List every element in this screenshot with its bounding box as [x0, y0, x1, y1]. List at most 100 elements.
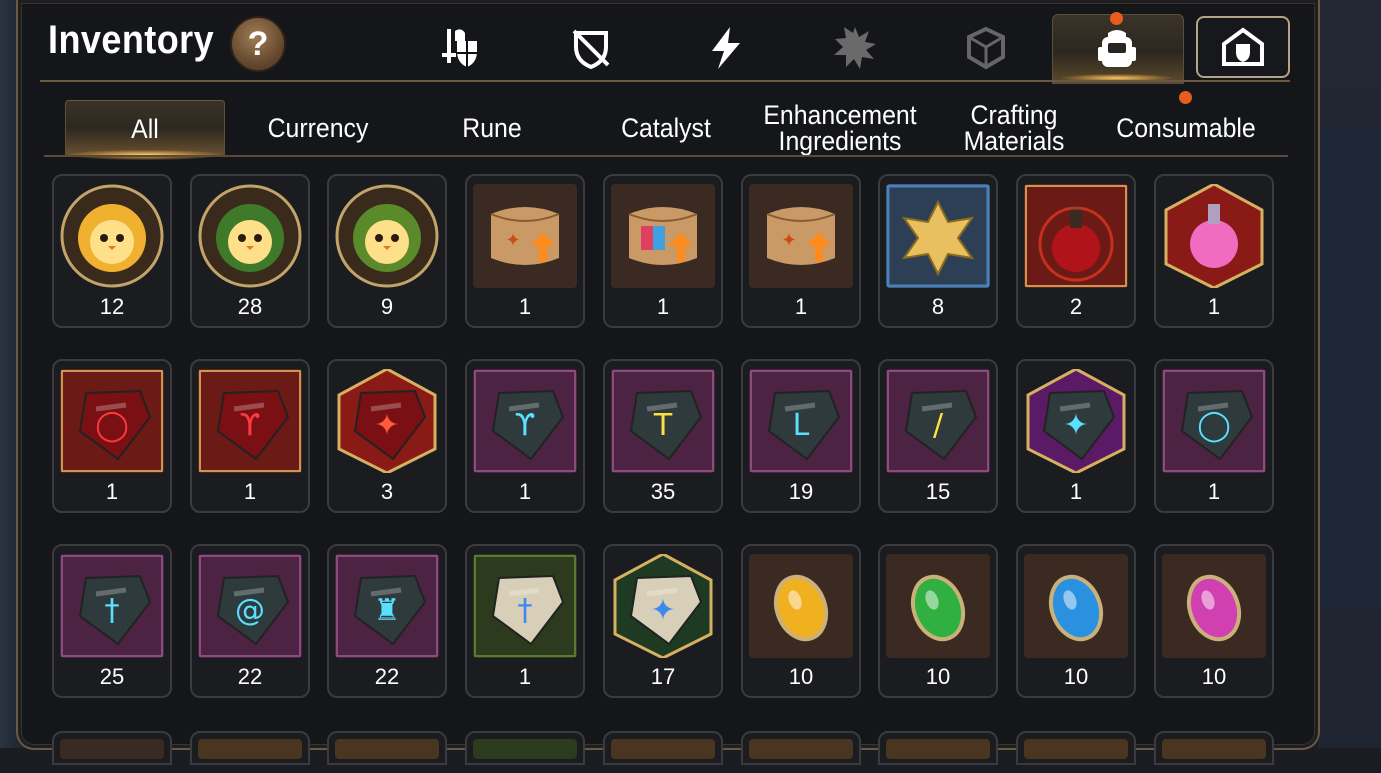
inventory-item[interactable]: 28: [190, 174, 310, 328]
inventory-item[interactable]: 8: [878, 174, 998, 328]
inventory-item[interactable]: 12: [52, 174, 172, 328]
upgrade-scroll-icon: ✦: [473, 184, 577, 288]
item-count: 1: [794, 294, 808, 319]
tab-shield-broken[interactable]: [563, 20, 619, 76]
svg-text:◯: ◯: [95, 408, 129, 443]
inventory-item[interactable]: T 35: [603, 359, 723, 513]
tab-cube[interactable]: [958, 20, 1014, 76]
tab-house-shield[interactable]: [1196, 16, 1290, 78]
inventory-item[interactable]: / 15: [878, 359, 998, 513]
stone-star-rune-icon: ✦: [611, 554, 715, 658]
inventory-item[interactable]: ϒ1: [190, 359, 310, 513]
inventory-item-partial[interactable]: [465, 731, 585, 765]
inventory-item[interactable]: 2: [1016, 174, 1136, 328]
item-thumbnail-partial: [611, 739, 715, 759]
svg-text:ϒ: ϒ: [515, 408, 536, 443]
item-count: 10: [1201, 664, 1227, 689]
category-divider: [44, 155, 1288, 157]
inventory-item-partial[interactable]: [190, 731, 310, 765]
svg-text:T: T: [653, 408, 673, 443]
tab-lightning[interactable]: [697, 20, 753, 76]
inventory-item-partial[interactable]: [327, 731, 447, 765]
item-count: 1: [1207, 294, 1221, 319]
svg-text:†: †: [105, 593, 120, 628]
tab-all[interactable]: All: [64, 100, 226, 156]
inventory-item[interactable]: ✦ 17: [603, 544, 723, 698]
inventory-item[interactable]: ✦ 3: [327, 359, 447, 513]
inventory-item[interactable]: ϒ1: [465, 359, 585, 513]
red-potion-icon: [1024, 184, 1128, 288]
chick-gold-token-icon: [60, 184, 164, 288]
item-count: 28: [237, 294, 263, 319]
item-count: 1: [243, 479, 257, 504]
inventory-item-partial[interactable]: [741, 731, 861, 765]
item-thumbnail-partial: [749, 739, 853, 759]
inventory-item[interactable]: ✦ 1: [1016, 359, 1136, 513]
inventory-item[interactable]: 10: [741, 544, 861, 698]
item-count: 22: [237, 664, 263, 689]
svg-text:✦: ✦: [374, 408, 399, 443]
item-thumbnail-partial: [1162, 739, 1266, 759]
svg-text:@: @: [235, 593, 265, 628]
tab-currency[interactable]: Currency: [239, 100, 397, 155]
background-right-panel: [1318, 128, 1381, 608]
item-thumbnail-partial: [1024, 739, 1128, 759]
inventory-item[interactable]: L 19: [741, 359, 861, 513]
inventory-item-partial[interactable]: [1154, 731, 1274, 765]
item-count: 1: [518, 664, 532, 689]
tab-equipment[interactable]: [432, 20, 488, 76]
blue-rune-helmet-icon: @: [198, 554, 302, 658]
blue-rune-sword-icon: †: [60, 554, 164, 658]
tab-rune[interactable]: Rune: [413, 100, 571, 155]
inventory-item[interactable]: ◯ 1: [1154, 359, 1274, 513]
lightning-icon: [712, 27, 740, 69]
inventory-item-partial[interactable]: [603, 731, 723, 765]
inventory-item[interactable]: @22: [190, 544, 310, 698]
svg-text:/: /: [933, 408, 944, 443]
blue-gem-icon: [1024, 554, 1128, 658]
inventory-item[interactable]: 10: [878, 544, 998, 698]
item-count: 12: [99, 294, 125, 319]
item-count: 3: [380, 479, 394, 504]
red-rune-star-icon: ✦: [335, 369, 439, 473]
inventory-item-partial[interactable]: [1016, 731, 1136, 765]
blue-rune-ring-icon: ◯: [1162, 369, 1266, 473]
inventory-item[interactable]: 9: [327, 174, 447, 328]
blue-rune-boot-icon: L: [749, 369, 853, 473]
inventory-item[interactable]: 10: [1154, 544, 1274, 698]
blue-rune-star-icon: ✦: [1024, 369, 1128, 473]
item-count: 1: [105, 479, 119, 504]
help-button[interactable]: ?: [230, 16, 286, 72]
green-gem-icon: [886, 554, 990, 658]
tab-catalyst[interactable]: Catalyst: [587, 100, 745, 155]
inventory-item-partial[interactable]: [52, 731, 172, 765]
inventory-item-partial[interactable]: [878, 731, 998, 765]
item-thumbnail-partial: [886, 739, 990, 759]
tab-consumable[interactable]: Consumable: [1107, 100, 1265, 155]
item-count: 17: [650, 664, 676, 689]
svg-text:†: †: [518, 593, 533, 628]
tab-burst[interactable]: [827, 20, 883, 76]
backpack-tab-icon[interactable]: [1089, 20, 1145, 76]
tab-enhancement-ingredients[interactable]: Enhancement Ingredients: [759, 100, 921, 155]
inventory-item[interactable]: 1: [603, 174, 723, 328]
shield-broken-icon: [572, 29, 610, 70]
inventory-item[interactable]: ✦ 1: [465, 174, 585, 328]
item-count: 1: [518, 294, 532, 319]
inventory-item[interactable]: ♜ 22: [327, 544, 447, 698]
inventory-item[interactable]: 10: [1016, 544, 1136, 698]
svg-text:✦: ✦: [505, 230, 520, 250]
inventory-item[interactable]: ◯ 1: [52, 359, 172, 513]
item-count: 1: [518, 479, 532, 504]
item-count: 10: [1063, 664, 1089, 689]
tab-crafting-materials[interactable]: Crafting Materials: [935, 100, 1093, 155]
yellow-rune-hammer-icon: T: [611, 369, 715, 473]
svg-text:ϒ: ϒ: [240, 408, 261, 443]
inventory-item[interactable]: † 1: [465, 544, 585, 698]
inventory-item[interactable]: 1: [1154, 174, 1274, 328]
inventory-item[interactable]: ✦ 1: [741, 174, 861, 328]
red-rune-necklace-icon: ϒ: [198, 369, 302, 473]
inventory-item[interactable]: † 25: [52, 544, 172, 698]
item-count: 25: [99, 664, 125, 689]
red-rune-ring-icon: ◯: [60, 369, 164, 473]
